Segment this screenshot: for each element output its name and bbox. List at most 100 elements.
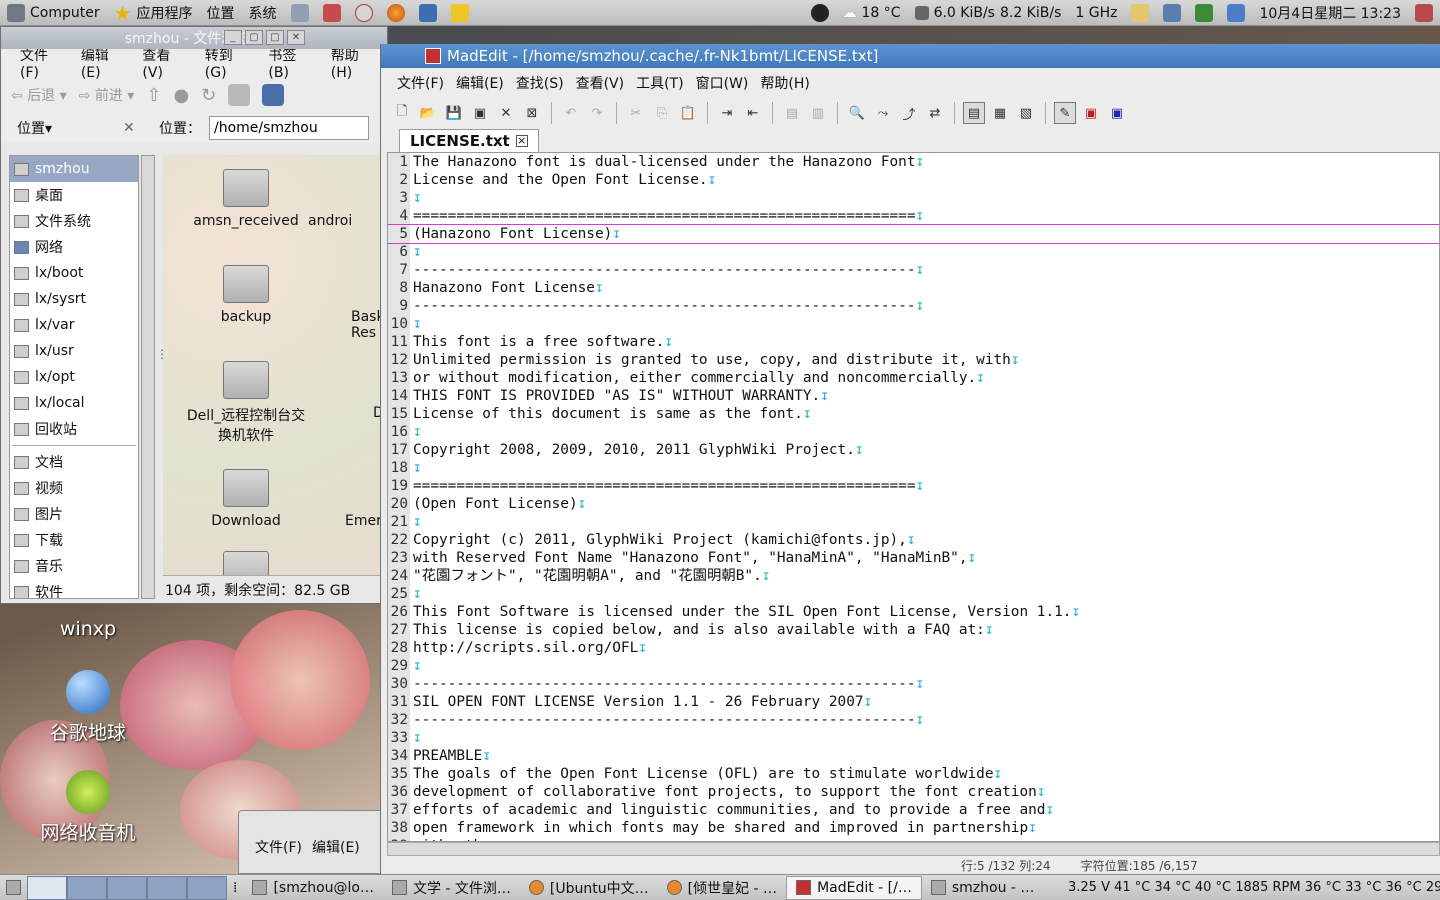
sidebar-item-lx-opt[interactable]: lx/opt	[10, 364, 138, 390]
menu-edit[interactable]: 编辑(E)	[74, 45, 136, 81]
firefox-icon[interactable]	[380, 0, 412, 26]
editor-line[interactable]: 7 ---------------------------------------…	[388, 261, 1439, 279]
task-firefox-ubuntu[interactable]: [Ubuntu中文…	[520, 876, 658, 900]
bookmark-videos[interactable]: 视频	[10, 475, 138, 501]
find-icon[interactable]: 🔍	[846, 102, 868, 124]
clock[interactable]: 10月4日星期二 13:23	[1252, 0, 1408, 26]
show-desktop-icon[interactable]	[6, 880, 21, 895]
sidebar-item-lx-sysrt[interactable]: lx/sysrt	[10, 286, 138, 312]
restore-button[interactable]: ▢	[245, 30, 263, 45]
task-terminal[interactable]: [smzhou@lo…	[243, 876, 383, 900]
menu-edit[interactable]: 编辑(E)	[312, 837, 360, 857]
save-icon[interactable]: 💾	[443, 102, 465, 124]
editor-line[interactable]: 19 ======================================…	[388, 477, 1439, 495]
wrap-column-icon[interactable]: ▣	[1106, 102, 1128, 124]
editor-line[interactable]: 33 ↧	[388, 729, 1439, 747]
menu-file[interactable]: 文件(F)	[391, 73, 450, 93]
sidebar-item-lx-usr[interactable]: lx/usr	[10, 338, 138, 364]
launcher-network-icon[interactable]	[284, 0, 316, 26]
editor-text-area[interactable]: 1 The Hanazono font is dual-licensed unde…	[387, 152, 1440, 842]
new-file-icon[interactable]: 🗋	[391, 102, 413, 124]
sidebar-item-lx-var[interactable]: lx/var	[10, 312, 138, 338]
hex-mode-icon[interactable]: ▧	[1015, 102, 1037, 124]
editor-line[interactable]: 11 This font is a free software. ↧	[388, 333, 1439, 351]
open-file-icon[interactable]: 📂	[417, 102, 439, 124]
bookmark-documents[interactable]: 文档	[10, 449, 138, 475]
home-icon[interactable]	[228, 84, 251, 106]
forward-button[interactable]: ⇨ 前进 ▾	[79, 85, 135, 105]
weather-applet[interactable]: ☁ 18 °C	[836, 0, 908, 26]
menu-help[interactable]: 帮助(H)	[324, 45, 387, 81]
file-item[interactable]: Download	[181, 469, 311, 529]
maximize-button[interactable]: □	[266, 30, 284, 45]
bookmark-pictures[interactable]: 图片	[10, 501, 138, 527]
system-menu[interactable]: 系统	[242, 0, 284, 26]
bookmark-music[interactable]: 音乐	[10, 553, 138, 579]
editor-line[interactable]: 32 --------------------------------------…	[388, 711, 1439, 729]
file-item[interactable]	[181, 551, 311, 575]
wrap-mode-icon[interactable]: ✎	[1054, 102, 1076, 124]
location-input[interactable]	[209, 116, 369, 140]
applications-menu[interactable]: ★ 应用程序	[107, 0, 200, 26]
editor-line[interactable]: 3 ↧	[388, 189, 1439, 207]
editor-line[interactable]: 26 This Font Software is licensed under t…	[388, 603, 1439, 621]
find-previous-icon[interactable]: ⤴	[898, 102, 920, 124]
sidebar-item-network[interactable]: 网络	[10, 234, 138, 260]
places-dropdown[interactable]: 位置▾	[1, 118, 123, 138]
editor-line[interactable]: 17 Copyright 2008, 2009, 2010, 2011 Glyph…	[388, 441, 1439, 459]
editor-line[interactable]: 1 The Hanazono font is dual-licensed unde…	[388, 153, 1439, 171]
editor-line[interactable]: 8 Hanazono Font License ↧	[388, 279, 1439, 297]
horizontal-scrollbar[interactable]	[387, 842, 1440, 856]
workspace-3[interactable]	[107, 875, 147, 900]
find-next-icon[interactable]: ⤳	[872, 102, 894, 124]
menu-help[interactable]: 帮助(H)	[754, 73, 815, 93]
launcher-notes-icon[interactable]	[444, 0, 476, 26]
close-tab-icon[interactable]: ×	[515, 135, 528, 147]
file-item[interactable]: Dell_远程控制台交换机软件	[181, 361, 311, 445]
workspace-2[interactable]	[67, 875, 107, 900]
tab-license-txt[interactable]: LICENSE.txt ×	[399, 129, 539, 152]
cpu-frequency[interactable]: 1 GHz	[1068, 0, 1124, 26]
file-item[interactable]: amsn_received	[181, 169, 311, 229]
menu-window[interactable]: 窗口(W)	[690, 73, 755, 93]
sidebar-item-lx-local[interactable]: lx/local	[10, 390, 138, 416]
stop-icon[interactable]: ●	[173, 85, 189, 106]
workspace-1[interactable]	[27, 875, 67, 900]
shutdown-icon[interactable]	[1408, 0, 1440, 26]
editor-line[interactable]: 30 --------------------------------------…	[388, 675, 1439, 693]
task-madedit[interactable]: MadEdit - [/…	[786, 875, 922, 900]
desktop-icon-radio[interactable]: 网络收音机	[18, 770, 158, 845]
update-icon[interactable]	[1188, 0, 1220, 26]
places-menu[interactable]: 位置	[200, 0, 242, 26]
sidebar-item-desktop[interactable]: 桌面	[10, 182, 138, 208]
editor-line[interactable]: 5 (Hanazono Font License) ↧	[388, 224, 1439, 244]
editor-line[interactable]: 35 The goals of the Open Font License (OF…	[388, 765, 1439, 783]
menu-file[interactable]: 文件(F)	[255, 837, 302, 857]
task-firefox-book[interactable]: [倾世皇妃 - …	[658, 876, 786, 900]
menu-go[interactable]: 转到(G)	[198, 45, 262, 81]
workspace-5[interactable]	[187, 875, 227, 900]
column-mode-icon[interactable]: ▦	[989, 102, 1011, 124]
menu-tools[interactable]: 工具(T)	[630, 73, 689, 93]
uncomment-icon[interactable]: ▥	[807, 102, 829, 124]
bookmark-software[interactable]: 软件	[10, 579, 138, 598]
menu-file[interactable]: 文件(F)	[13, 45, 74, 81]
save-all-icon[interactable]: ▣	[469, 102, 491, 124]
undo-icon[interactable]: ↶	[560, 102, 582, 124]
editor-line[interactable]: 34 PREAMBLE ↧	[388, 747, 1439, 765]
qq-penguin-icon[interactable]	[804, 0, 836, 26]
launcher-remote-icon[interactable]	[316, 0, 348, 26]
menu-search[interactable]: 查找(S)	[510, 73, 570, 93]
cut-icon[interactable]: ✂	[625, 102, 647, 124]
task-smzhou[interactable]: smzhou - …	[922, 876, 1044, 900]
desktop-icon-google-earth[interactable]: 谷歌地球	[18, 670, 158, 745]
menu-view[interactable]: 查看(V)	[135, 45, 197, 81]
copy-icon[interactable]: ⎘	[651, 102, 673, 124]
sidebar-item-trash[interactable]: 回收站	[10, 416, 138, 442]
computer-menu[interactable]: Computer	[0, 0, 107, 26]
desktop-icon-winxp[interactable]: winxp	[18, 618, 158, 640]
menu-edit[interactable]: 编辑(E)	[450, 73, 510, 93]
redo-icon[interactable]: ↷	[586, 102, 608, 124]
editor-line[interactable]: 36 development of collaborative font proj…	[388, 783, 1439, 801]
computer-icon[interactable]	[262, 84, 285, 106]
